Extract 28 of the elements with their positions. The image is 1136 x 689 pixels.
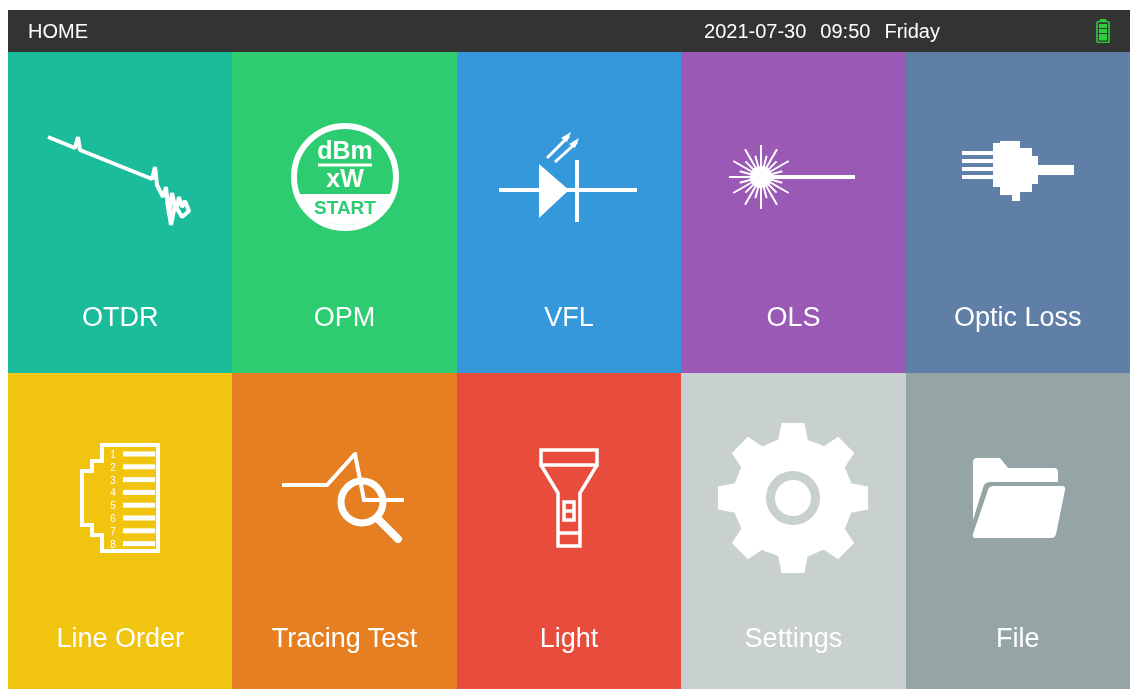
pin-number: 4 <box>110 487 116 499</box>
pin-number: 7 <box>110 525 116 537</box>
app-tile[interactable]: VFL <box>456 52 682 373</box>
app-tile[interactable]: 1 2 3 4 5 6 7 8 Line Order <box>8 373 233 689</box>
screen-title: HOME <box>28 19 88 43</box>
app-tile[interactable]: File <box>905 373 1130 689</box>
date-text: 2021-07-30 <box>704 19 807 43</box>
laser-diode-icon <box>499 129 639 225</box>
app-tile[interactable]: OTDR <box>8 52 233 373</box>
pin-number: 3 <box>110 474 116 486</box>
app-tile[interactable]: Light <box>456 373 682 689</box>
start-label: START <box>313 197 376 218</box>
app-tile[interactable]: Optic Loss <box>905 52 1130 373</box>
weekday-text: Friday <box>884 19 940 43</box>
pin-number: 8 <box>110 538 116 550</box>
gear-icon <box>718 422 869 574</box>
battery-icon <box>1096 19 1110 43</box>
pin-number: 1 <box>110 449 116 460</box>
pin-number: 6 <box>110 513 116 524</box>
flashlight-icon <box>538 447 600 549</box>
pin-number: 5 <box>110 500 116 512</box>
unit-label: dBm <box>316 136 373 164</box>
pin-number: 2 <box>110 461 116 473</box>
app-tile[interactable]: dBm xW START OPM <box>232 52 457 373</box>
time-text: 09:50 <box>820 19 871 43</box>
app-tile[interactable]: Tracing Test <box>232 373 457 689</box>
unit-label: xW <box>325 164 364 192</box>
app-tile[interactable]: OLS <box>681 52 906 373</box>
